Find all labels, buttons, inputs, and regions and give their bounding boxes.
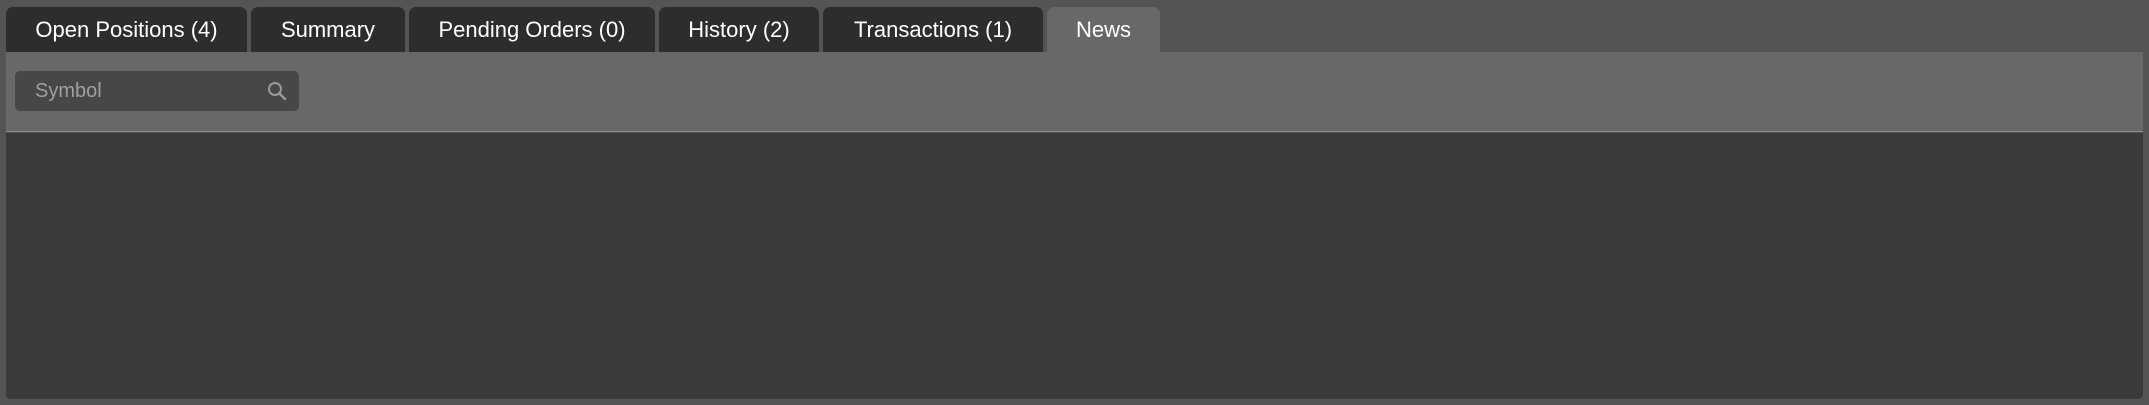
symbol-search-box <box>15 71 299 111</box>
tab-history[interactable]: History (2) <box>659 7 819 52</box>
filter-toolbar <box>6 52 2143 132</box>
symbol-search-input[interactable] <box>15 71 255 111</box>
tab-transactions[interactable]: Transactions (1) <box>823 7 1043 52</box>
tab-summary[interactable]: Summary <box>251 7 405 52</box>
tab-open-positions[interactable]: Open Positions (4) <box>6 7 247 52</box>
tab-pending-orders[interactable]: Pending Orders (0) <box>409 7 655 52</box>
tab-news[interactable]: News <box>1047 7 1160 52</box>
tab-bar: Open Positions (4) Summary Pending Order… <box>6 7 1160 52</box>
search-icon[interactable] <box>267 81 287 101</box>
news-content-panel <box>6 133 2143 399</box>
